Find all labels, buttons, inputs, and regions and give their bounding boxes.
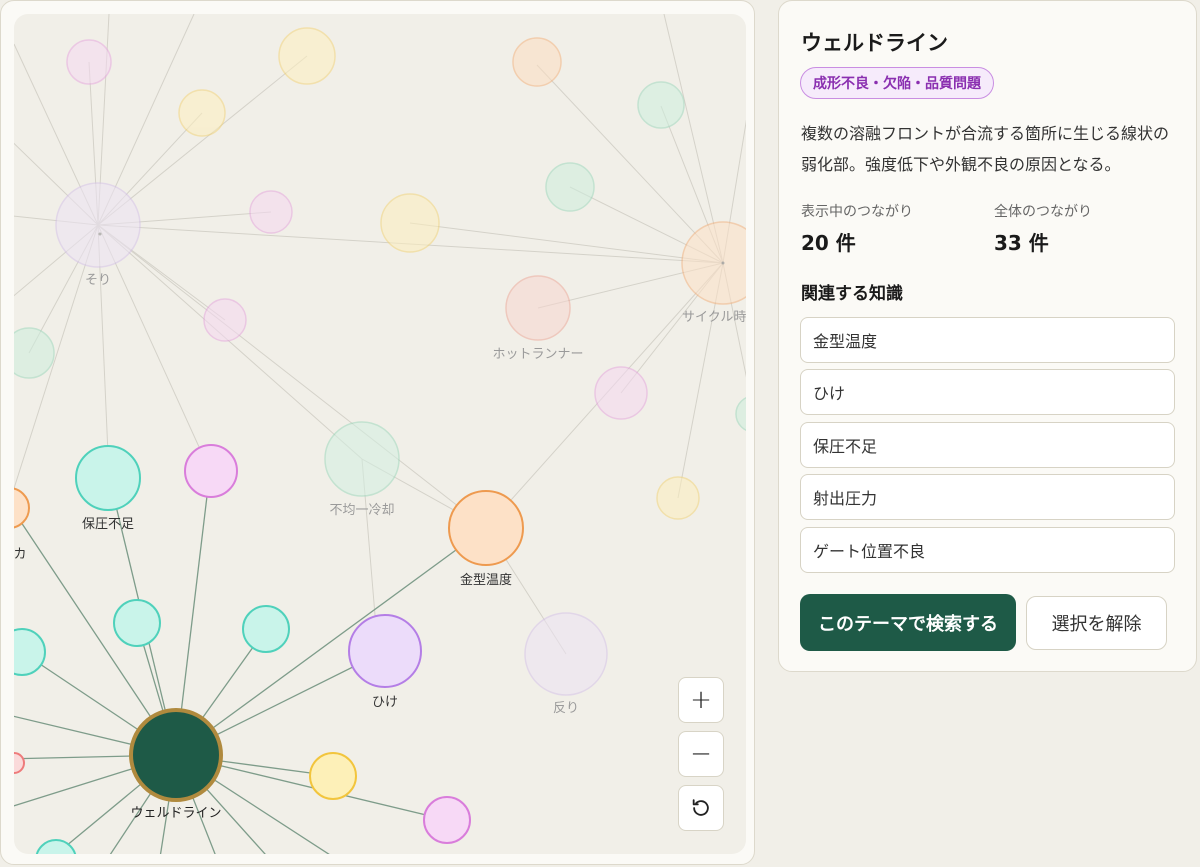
graph-node [14, 327, 55, 379]
related-item[interactable]: 射出圧力 [800, 474, 1175, 520]
stat-total-label: 全体のつながり [994, 204, 1092, 220]
knowledge-graph-canvas[interactable]: そり サイクル時 ホットランナー 不均一冷却 保圧不足 カ 金型温度 ひけ 反り… [14, 14, 746, 854]
stat-visible-value: 20 件 [801, 231, 856, 255]
node-label-sori: そり [85, 273, 111, 288]
graph-node [184, 444, 238, 498]
graph-node [242, 605, 290, 653]
description-text: 複数の溶融フロントが合流する箇所に生じる線状の弱化部。強度低下や外観不良の原因と… [801, 124, 1170, 174]
related-item[interactable]: 保圧不足 [800, 422, 1175, 468]
reset-icon [692, 799, 709, 816]
graph-node [14, 752, 25, 774]
panel-title: ウェルドライン [801, 31, 948, 55]
related-item[interactable]: ゲート位置不良 [800, 527, 1175, 573]
graph-node [278, 27, 336, 85]
graph-node [545, 162, 595, 212]
graph-node-hoatsu [75, 445, 141, 511]
graph-node-cycle [681, 221, 746, 305]
node-label-injection: カ [14, 547, 27, 562]
graph-node-uneven-cooling [324, 421, 400, 497]
graph-node-hike [348, 614, 422, 688]
graph-node-mold-temp [448, 490, 524, 566]
graph-node-weld-focus [129, 708, 223, 802]
graph-node-hot-runner [505, 275, 571, 341]
clear-selection-button[interactable]: 選択を解除 [1026, 596, 1167, 650]
node-label-cycle: サイクル時 [682, 310, 746, 325]
graph-node [380, 193, 440, 253]
related-title: 関連する知識 [801, 284, 903, 304]
graph-node [178, 89, 226, 137]
related-item[interactable]: ひけ [800, 369, 1175, 415]
graph-node [309, 752, 357, 800]
faded-edges [14, 14, 746, 655]
graph-node [735, 397, 746, 431]
node-label-mold-temp: 金型温度 [460, 572, 512, 588]
graph-node [423, 796, 471, 844]
search-theme-button[interactable]: このテーマで検索する [800, 594, 1016, 651]
node-label-hike: ひけ [372, 695, 398, 710]
graph-node [14, 628, 46, 676]
graph-node [249, 190, 293, 234]
graph-node [594, 366, 648, 420]
graph-node [656, 476, 700, 520]
graph-node-sori [55, 182, 141, 268]
graph-node [113, 599, 161, 647]
node-label-weld: ウェルドライン [130, 806, 221, 821]
graph-node-sori2 [524, 612, 608, 696]
node-label-hot-runner: ホットランナー [492, 347, 583, 362]
stat-visible: 表示中のつながり 20 件 [801, 201, 913, 256]
detail-panel: ウェルドライン 成形不良・欠陥・品質問題 複数の溶融フロントが合流する箇所に生じ… [778, 0, 1197, 672]
zoom-in-button[interactable]: + [678, 677, 724, 723]
minus-icon: − [690, 739, 712, 769]
graph-node [66, 39, 112, 85]
zoom-out-button[interactable]: − [678, 731, 724, 777]
reset-view-button[interactable] [678, 785, 724, 831]
graph-node [203, 298, 247, 342]
faded-nodes[interactable] [14, 27, 746, 696]
node-label-sori2: 反り [553, 701, 579, 716]
graph-card: そり サイクル時 ホットランナー 不均一冷却 保圧不足 カ 金型温度 ひけ 反り… [0, 0, 755, 865]
graph-node [512, 37, 562, 87]
plus-icon: + [690, 685, 712, 715]
graph-svg[interactable]: そり サイクル時 ホットランナー 不均一冷却 保圧不足 カ 金型温度 ひけ 反り… [14, 14, 746, 854]
node-label-uneven-cooling: 不均一冷却 [329, 503, 394, 518]
category-badge: 成形不良・欠陥・品質問題 [800, 67, 994, 99]
graph-node-injection [14, 487, 30, 529]
related-item[interactable]: 金型温度 [800, 317, 1175, 363]
node-labels: そり サイクル時 ホットランナー 不均一冷却 保圧不足 カ 金型温度 ひけ 反り… [14, 273, 746, 821]
stat-total: 全体のつながり 33 件 [994, 201, 1092, 256]
stat-visible-label: 表示中のつながり [801, 204, 913, 220]
stat-total-value: 33 件 [994, 231, 1049, 255]
graph-node [637, 81, 685, 129]
node-label-hoatsu: 保圧不足 [82, 517, 134, 532]
